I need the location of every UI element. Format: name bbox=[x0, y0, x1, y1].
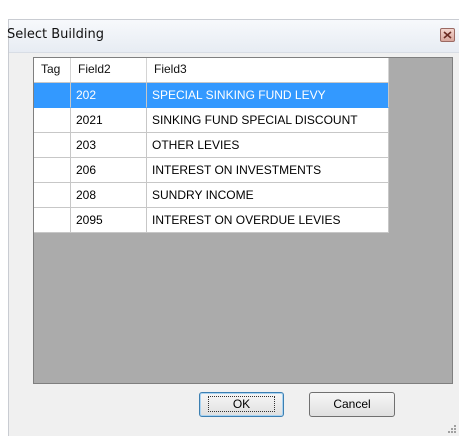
cell-field3[interactable]: SPECIAL SINKING FUND LEVY bbox=[147, 83, 389, 108]
grid-header: Tag Field2 Field3 bbox=[34, 58, 389, 83]
table-row[interactable]: 202 SPECIAL SINKING FUND LEVY bbox=[34, 83, 389, 108]
ok-button[interactable]: OK bbox=[199, 392, 284, 417]
close-icon[interactable] bbox=[440, 28, 455, 42]
cell-field2[interactable]: 203 bbox=[71, 133, 147, 158]
cell-field2[interactable]: 206 bbox=[71, 158, 147, 183]
column-header-field3[interactable]: Field3 bbox=[147, 58, 389, 82]
cell-field3[interactable]: INTEREST ON INVESTMENTS bbox=[147, 158, 389, 183]
table-row[interactable]: 208 SUNDRY INCOME bbox=[34, 183, 389, 208]
cell-tag[interactable] bbox=[34, 108, 71, 133]
cancel-button[interactable]: Cancel bbox=[309, 392, 395, 417]
table-row[interactable]: 2021 SINKING FUND SPECIAL DISCOUNT bbox=[34, 108, 389, 133]
building-grid[interactable]: Tag Field2 Field3 202 SPECIAL SINKING FUN… bbox=[33, 57, 453, 384]
cell-tag[interactable] bbox=[34, 133, 71, 158]
cell-field2[interactable]: 202 bbox=[71, 83, 147, 108]
column-header-tag[interactable]: Tag bbox=[34, 58, 71, 82]
cell-field3[interactable]: OTHER LEVIES bbox=[147, 133, 389, 158]
cell-field2[interactable]: 2021 bbox=[71, 108, 147, 133]
table-row[interactable]: 2095 INTEREST ON OVERDUE LEVIES bbox=[34, 208, 389, 233]
select-building-dialog: Select Building Tag Field2 Field3 202 SPE… bbox=[7, 19, 459, 436]
cell-tag[interactable] bbox=[34, 208, 71, 233]
grid-rows: 202 SPECIAL SINKING FUND LEVY 2021 SINKING … bbox=[34, 83, 389, 233]
resize-grip-icon[interactable] bbox=[447, 424, 457, 434]
cell-field3[interactable]: INTEREST ON OVERDUE LEVIES bbox=[147, 208, 389, 233]
column-header-field2[interactable]: Field2 bbox=[71, 58, 147, 82]
cell-tag[interactable] bbox=[34, 83, 71, 108]
cell-field3[interactable]: SINKING FUND SPECIAL DISCOUNT bbox=[147, 108, 389, 133]
cell-tag[interactable] bbox=[34, 183, 71, 208]
table-row[interactable]: 203 OTHER LEVIES bbox=[34, 133, 389, 158]
cell-field2[interactable]: 2095 bbox=[71, 208, 147, 233]
ok-button-label: OK bbox=[207, 396, 276, 412]
cell-tag[interactable] bbox=[34, 158, 71, 183]
dialog-title: Select Building bbox=[7, 27, 104, 42]
cell-field3[interactable]: SUNDRY INCOME bbox=[147, 183, 389, 208]
table-row[interactable]: 206 INTEREST ON INVESTMENTS bbox=[34, 158, 389, 183]
title-bar[interactable]: Select Building bbox=[7, 20, 459, 53]
cell-field2[interactable]: 208 bbox=[71, 183, 147, 208]
